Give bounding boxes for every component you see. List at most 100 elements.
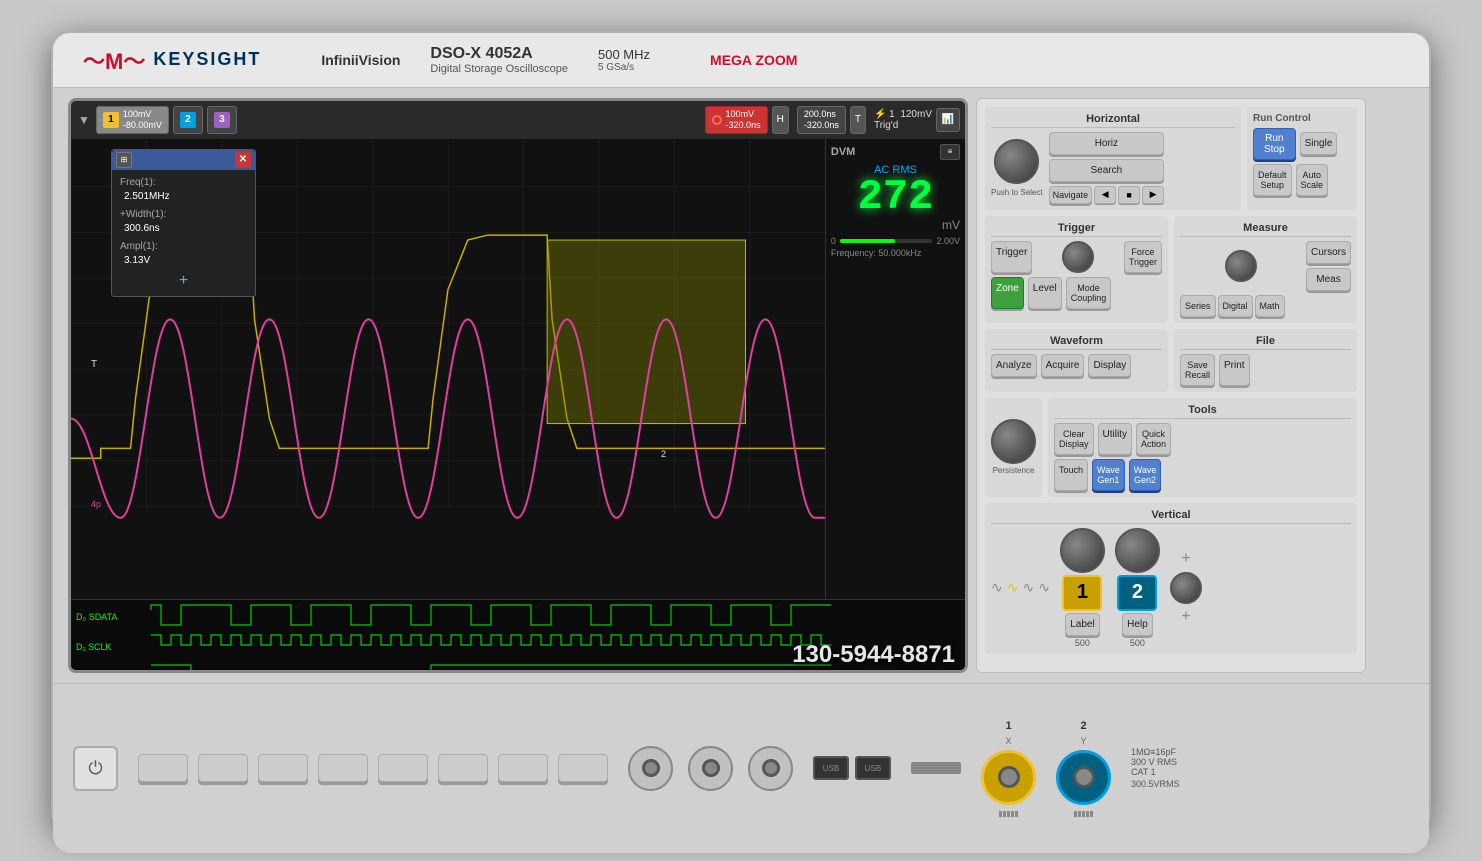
clear-display-btn[interactable]: ClearDisplay (1054, 423, 1094, 455)
navigate-btn[interactable]: Navigate (1049, 186, 1093, 204)
meas-btn[interactable]: Meas (1306, 268, 1351, 291)
print-btn[interactable]: Print (1219, 354, 1250, 386)
dvm-scale: 0 2.00V (831, 236, 960, 246)
measure-knob[interactable] (1225, 250, 1257, 282)
bnc-2-inner (702, 759, 720, 777)
knob-push-label: Push to Select (991, 188, 1043, 197)
dvm-icon[interactable]: ≡ (940, 144, 960, 160)
ch1-label-box[interactable]: 1 (1062, 575, 1102, 611)
vertical-title: Vertical (991, 509, 1351, 524)
func-btn-5[interactable] (378, 754, 428, 782)
func-btn-6[interactable] (438, 754, 488, 782)
trigger-btn[interactable]: Trigger (991, 241, 1032, 273)
meas-title-icons: ⊞ (116, 152, 132, 168)
touch-btn[interactable]: Touch (1054, 459, 1088, 491)
measure-buttons: Cursors Meas (1306, 241, 1351, 291)
bnc-1[interactable] (628, 746, 673, 791)
offset-knob[interactable] (1170, 572, 1202, 604)
mode-coupling-btn[interactable]: ModeCoupling (1066, 277, 1112, 309)
play-right-btn[interactable]: ▶ (1142, 186, 1164, 204)
scope-icon[interactable]: 📊 (936, 108, 960, 132)
acquire-btn[interactable]: Acquire (1041, 354, 1085, 377)
play-left-btn[interactable]: ◀ (1094, 186, 1116, 204)
keysight-wave-icon: 〜M〜 (83, 44, 145, 76)
waveform-buttons: Analyze Acquire Display (991, 354, 1162, 377)
func-btn-3[interactable] (258, 754, 308, 782)
zone-btn[interactable]: Zone (991, 277, 1024, 309)
force-trigger-btn[interactable]: ForceTrigger (1124, 241, 1162, 273)
wave-icon-2: ∿ (1007, 579, 1019, 596)
run-stop-btn[interactable]: RunStop (1253, 128, 1296, 160)
right-panel: Horizontal Push to Select Horiz Search N… (976, 98, 1366, 673)
series-btn[interactable]: Series (1180, 295, 1216, 317)
ch3-button[interactable]: 3 (207, 106, 237, 134)
ch2-button[interactable]: 2 (173, 106, 203, 134)
waveform-left: ⊞ ✕ Freq(1): 2.501MHz +Width(1): 300 (71, 139, 826, 599)
vertical-section: Vertical ∿ ∿ ∿ ∿ 1 Label 500 (985, 503, 1357, 654)
ch4-button[interactable]: 100mV -320.0ns (705, 106, 768, 134)
wave-gen2-btn[interactable]: WaveGen2 (1129, 459, 1162, 491)
help-btn[interactable]: Help (1122, 613, 1153, 636)
ch2-label-box[interactable]: 2 (1117, 575, 1157, 611)
analyze-btn[interactable]: Analyze (991, 354, 1037, 377)
usb-port-2[interactable]: USB (855, 756, 891, 780)
display-btn[interactable]: Display (1088, 354, 1131, 377)
add-measurement-btn[interactable]: + (120, 272, 247, 290)
trigger-level-knob[interactable] (1062, 241, 1094, 273)
func-btn-4[interactable] (318, 754, 368, 782)
offset-controls: + + (1170, 550, 1202, 626)
ch1-probe-connector[interactable] (981, 750, 1036, 805)
func-btn-1[interactable] (138, 754, 188, 782)
single-btn[interactable]: Single (1300, 132, 1338, 155)
dvm-frequency: Frequency: 50.000kHz (831, 248, 960, 258)
meas-close-btn[interactable]: ✕ (235, 152, 251, 168)
auto-scale-btn[interactable]: AutoScale (1296, 164, 1329, 196)
ch1-vertical-knob[interactable] (1060, 528, 1105, 573)
power-button[interactable]: ⏻ (73, 746, 118, 791)
wave-gen1-btn[interactable]: WaveGen1 (1092, 459, 1125, 491)
digital-area: D₀ SDATA D₁ SCLK D₂ MS 130-5944-8871 (71, 599, 965, 673)
meas-grid-icon[interactable]: ⊞ (116, 152, 132, 168)
save-recall-btn[interactable]: SaveRecall (1180, 354, 1215, 386)
stop-btn[interactable]: ■ (1118, 186, 1140, 204)
y-label: Y (1080, 736, 1086, 746)
func-btn-8[interactable] (558, 754, 608, 782)
timebase-button[interactable]: 200.0ns -320.0ns (797, 106, 846, 134)
ch2-vertical-knob[interactable] (1115, 528, 1160, 573)
horiz-btn[interactable]: Horiz (1049, 132, 1165, 155)
run-buttons: RunStop Single DefaultSetup AutoScale (1253, 128, 1351, 196)
probe-ref-area (911, 762, 961, 774)
bnc-2[interactable] (688, 746, 733, 791)
ch2-probe-inner (1073, 766, 1095, 788)
width-row: +Width(1): 300.6ns (120, 208, 247, 236)
usb-area: USB USB (813, 756, 891, 780)
ch4-voltage: 100mV -320.0ns (726, 109, 761, 131)
horizontal-position-knob[interactable] (994, 139, 1039, 184)
ch2-probe-connector[interactable] (1056, 750, 1111, 805)
persist-knob[interactable] (991, 419, 1036, 464)
svg-text:D₂ MS: D₂ MS (76, 670, 102, 673)
math-btn[interactable]: Math (1255, 295, 1285, 317)
label-btn[interactable]: Label (1065, 613, 1099, 636)
func-btn-7[interactable] (498, 754, 548, 782)
pin-3 (1007, 811, 1010, 817)
trig-info: ⚡ 1 120mV Trig'd (874, 109, 932, 131)
ch2-ground-pins (1074, 811, 1093, 817)
search-btn[interactable]: Search (1049, 159, 1165, 182)
horizontal-controls: Push to Select Horiz Search Navigate ◀ ■… (991, 132, 1235, 204)
usb-port-1[interactable]: USB (813, 756, 849, 780)
ch1-button[interactable]: 1 100mV -80.00mV (96, 106, 169, 134)
bnc-3[interactable] (748, 746, 793, 791)
quick-action-btn[interactable]: QuickAction (1136, 423, 1171, 455)
level-btn[interactable]: Level (1028, 277, 1062, 309)
ampl-value: 3.13V (124, 255, 150, 266)
digital-btn[interactable]: Digital (1218, 295, 1253, 317)
cursors-btn[interactable]: Cursors (1306, 241, 1351, 264)
persist-knob-area: Persistence (991, 419, 1036, 475)
default-setup-btn[interactable]: DefaultSetup (1253, 164, 1292, 196)
utility-btn[interactable]: Utility (1098, 423, 1132, 455)
bnc-3-inner (762, 759, 780, 777)
func-btn-2[interactable] (198, 754, 248, 782)
menu-arrow[interactable]: ▼ (76, 111, 92, 129)
plus-icon: + (1181, 550, 1190, 568)
